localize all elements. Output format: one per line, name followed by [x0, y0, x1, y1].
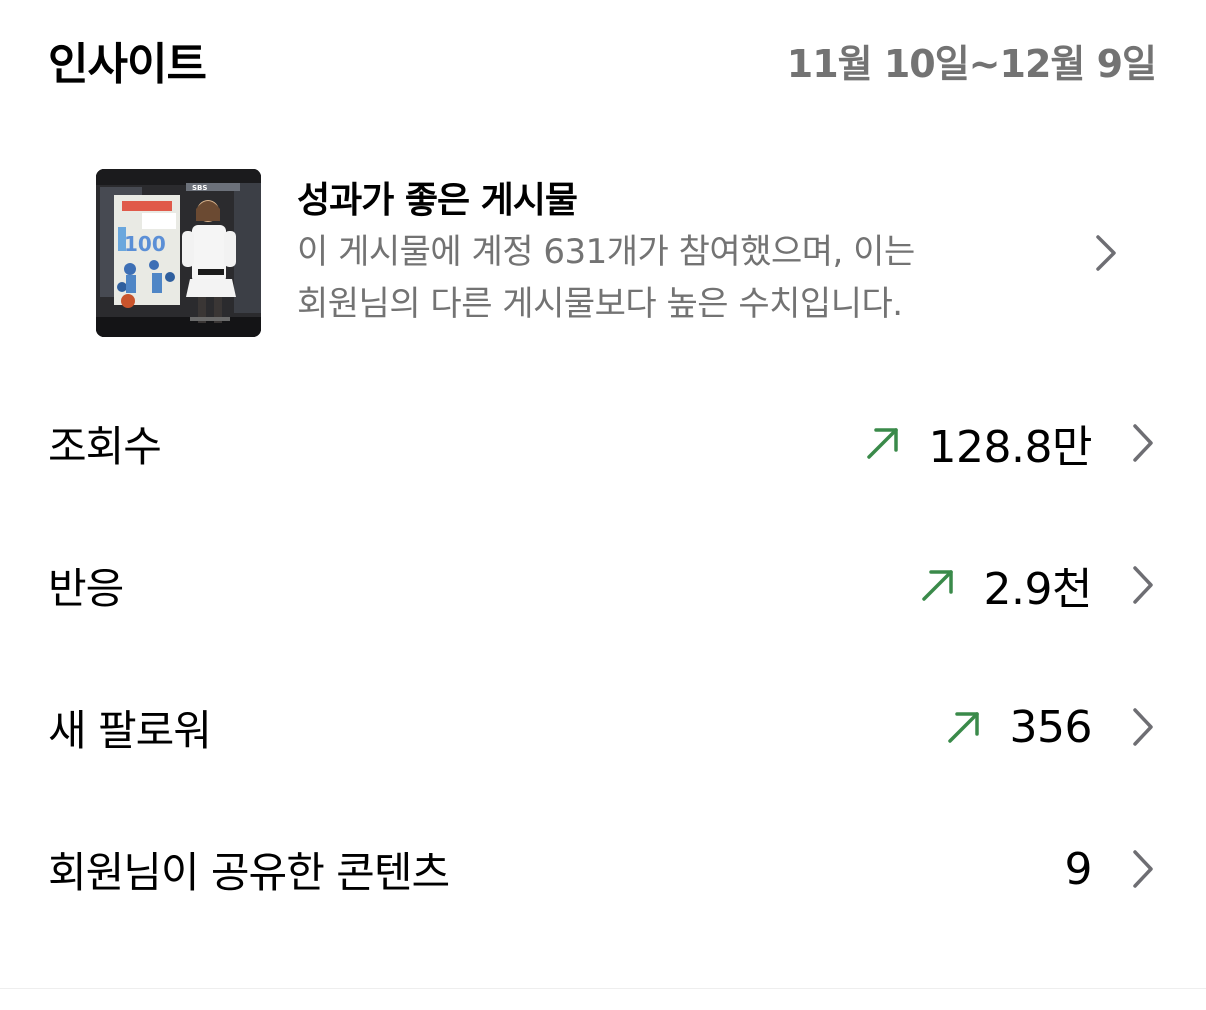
top-post-description-line2: 회원님의 다른 게시물보다 높은 수치입니다.	[297, 284, 903, 324]
top-performing-post[interactable]: SBS 100 성과가 좋은 게시물 이 게시물에 계정 631개가 참여했으며…	[96, 169, 1156, 337]
chevron-right-icon[interactable]	[1130, 564, 1156, 606]
metric-row-reactions[interactable]: 반응 2.9천	[48, 545, 1156, 625]
metric-value: 9	[1064, 843, 1093, 895]
divider	[0, 988, 1206, 989]
date-range[interactable]: 11월 10일~12월 9일	[787, 33, 1157, 88]
metric-label: 새 팔로워	[48, 705, 212, 755]
top-post-title: 성과가 좋은 게시물	[297, 180, 578, 221]
chevron-right-icon[interactable]	[1094, 233, 1118, 273]
metric-value: 2.9천	[983, 564, 1093, 615]
metric-label: 반응	[48, 563, 124, 613]
metric-value: 356	[1009, 701, 1093, 753]
metric-label: 회원님이 공유한 콘텐츠	[48, 847, 450, 897]
thumbnail-badge: 100	[124, 232, 166, 256]
chevron-right-icon[interactable]	[1130, 422, 1156, 464]
post-thumbnail[interactable]: SBS 100	[96, 169, 261, 337]
page-title: 인사이트	[48, 39, 207, 90]
metric-row-new-followers[interactable]: 새 팔로워 356	[48, 687, 1156, 767]
metric-value: 128.8만	[928, 422, 1093, 473]
chevron-right-icon[interactable]	[1130, 706, 1156, 748]
metric-row-shared-content[interactable]: 회원님이 공유한 콘텐츠 9	[48, 829, 1156, 909]
chevron-right-icon[interactable]	[1130, 848, 1156, 890]
top-post-description-line1: 이 게시물에 계정 631개가 참여했으며, 이는	[297, 232, 915, 272]
top-post-text: 성과가 좋은 게시물 이 게시물에 계정 631개가 참여했으며, 이는 회원님…	[297, 176, 1037, 330]
insights-header: 인사이트 11월 10일~12월 9일	[48, 30, 1157, 90]
thumbnail-broadcaster: SBS	[192, 184, 207, 192]
thumbnail-image: SBS 100	[96, 169, 261, 337]
arrow-up-right-icon	[947, 712, 979, 743]
arrow-up-right-icon	[866, 428, 898, 459]
metric-row-views[interactable]: 조회수 128.8만	[48, 403, 1156, 483]
arrow-up-right-icon	[921, 570, 953, 601]
metric-label: 조회수	[48, 421, 162, 471]
